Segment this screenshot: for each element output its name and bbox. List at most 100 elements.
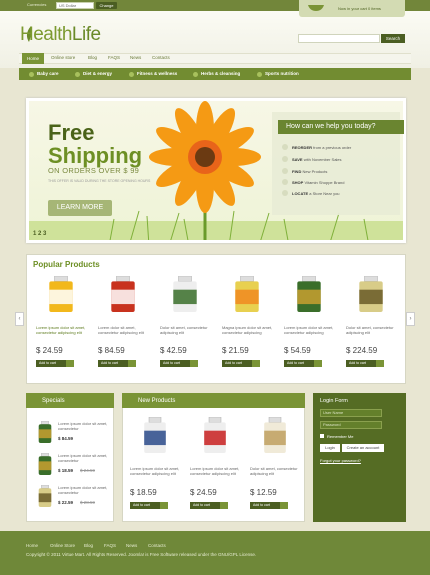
help-shop[interactable]: SHOP Vitamin Shoppe Brand bbox=[292, 180, 344, 185]
product-description[interactable]: Lorem ipsum dolor sit amet, consectetur … bbox=[36, 325, 94, 335]
change-currency-button[interactable]: Change bbox=[96, 2, 117, 9]
nav-home[interactable]: Home bbox=[22, 53, 45, 64]
product-image[interactable] bbox=[110, 276, 136, 312]
remember-checkbox[interactable] bbox=[320, 434, 324, 438]
category-bullet-icon bbox=[129, 72, 134, 77]
special-old-price: $ 24.59 bbox=[80, 468, 96, 473]
help-locate[interactable]: LOCATE a Store Near you bbox=[292, 191, 340, 196]
popular-products-title: Popular Products bbox=[33, 260, 100, 269]
specials-header bbox=[26, 393, 114, 408]
remember-label: Remember Me bbox=[327, 434, 354, 439]
category-fitness-wellness[interactable]: Fitness & wellness bbox=[137, 71, 177, 76]
special-description[interactable]: Lorem ipsum dolor sit amet, consectetur bbox=[58, 485, 110, 495]
category-diet-energy[interactable]: Diet & energy bbox=[83, 71, 112, 76]
forgot-password-link[interactable]: Forgot your password? bbox=[320, 458, 361, 463]
help-find[interactable]: FIND New Products bbox=[292, 169, 327, 174]
category-sports-nutrition[interactable]: Sports nutrition bbox=[265, 71, 299, 76]
new-product-description[interactable]: Lorem ipsum dolor sit amet, consectetur … bbox=[190, 466, 244, 476]
special-product-image[interactable] bbox=[38, 453, 52, 475]
product-description[interactable]: Lorem ipsum dolor sit amet, consectetur … bbox=[284, 325, 342, 335]
new-product-image[interactable] bbox=[263, 417, 287, 453]
currencies-label: Currencies bbox=[27, 2, 47, 7]
special-product-image[interactable] bbox=[38, 421, 52, 443]
add-to-cart-button[interactable]: Add to cart bbox=[222, 360, 252, 367]
search-button[interactable]: Search bbox=[381, 34, 405, 43]
add-to-cart-button[interactable]: Add to cart bbox=[284, 360, 314, 367]
prev-arrow-icon[interactable]: ‹ bbox=[15, 312, 24, 326]
new-product-description[interactable]: Lorem ipsum dolor sit amet, consectetur … bbox=[130, 466, 184, 476]
new-product-price: $ 12.59 bbox=[250, 488, 277, 497]
copyright-text: Copyright © 2011 Virtue Mart. All Rights… bbox=[26, 552, 257, 557]
cart-plus-icon[interactable] bbox=[160, 502, 168, 509]
next-arrow-icon[interactable]: › bbox=[406, 312, 415, 326]
product-image[interactable] bbox=[172, 276, 198, 312]
site-logo[interactable]: HealthLife bbox=[20, 24, 101, 46]
product-price: $ 224.59 bbox=[346, 346, 378, 355]
add-to-cart-button[interactable]: Add to cart bbox=[250, 502, 280, 509]
new-product-image[interactable] bbox=[143, 417, 167, 453]
password-input[interactable]: Password bbox=[320, 421, 382, 429]
cart-plus-icon[interactable] bbox=[376, 360, 384, 367]
help-save[interactable]: SAVE with November Sales bbox=[292, 157, 342, 162]
add-to-cart-button[interactable]: Add to cart bbox=[98, 360, 128, 367]
product-description[interactable]: Magna ipsum dolor sit amet, consectetur … bbox=[222, 325, 280, 335]
product-price: $ 42.59 bbox=[160, 346, 187, 355]
cart-plus-icon[interactable] bbox=[128, 360, 136, 367]
help-bullet-icon bbox=[282, 144, 288, 150]
nav-contacts[interactable]: Contacts bbox=[152, 55, 170, 60]
cart-plus-icon[interactable] bbox=[66, 360, 74, 367]
category-bullet-icon bbox=[193, 72, 198, 77]
login-button[interactable]: Login bbox=[320, 444, 340, 452]
special-price: $ 22.59 bbox=[58, 500, 74, 505]
add-to-cart-button[interactable]: Add to cart bbox=[160, 360, 190, 367]
add-to-cart-button[interactable]: Add to cart bbox=[190, 502, 220, 509]
help-reorder[interactable]: REORDER from a previous order bbox=[292, 145, 351, 150]
nav-online-store[interactable]: Online store bbox=[51, 55, 75, 60]
search-input[interactable] bbox=[298, 34, 380, 43]
login-title: Login Form bbox=[320, 398, 348, 404]
product-price: $ 84.59 bbox=[98, 346, 125, 355]
product-description[interactable]: Dolor sit amet, consectetur adipiscing e… bbox=[160, 325, 218, 335]
learn-more-button[interactable]: LEARN MORE bbox=[48, 200, 112, 216]
cart-plus-icon[interactable] bbox=[190, 360, 198, 367]
category-baby-care[interactable]: Baby care bbox=[37, 71, 59, 76]
product-image[interactable] bbox=[358, 276, 384, 312]
special-description[interactable]: Lorem ipsum dolor sit amet, consectetur bbox=[58, 421, 110, 431]
product-description[interactable]: Dolor sit amet, consectetur adipiscing e… bbox=[346, 325, 404, 335]
footer-link-faqs[interactable]: FAQS bbox=[104, 543, 116, 548]
product-description[interactable]: Lorem dolor sit amet, consectetur adipis… bbox=[98, 325, 156, 335]
new-product-description[interactable]: Dolor sit amet, consectetur adipiscing e… bbox=[250, 466, 304, 476]
cart-plus-icon[interactable] bbox=[252, 360, 260, 367]
footer-link-news[interactable]: News bbox=[126, 543, 137, 548]
help-title: How can we help you today? bbox=[278, 120, 404, 134]
new-product-price: $ 24.59 bbox=[190, 488, 217, 497]
nav-faqs[interactable]: FAQS bbox=[108, 55, 120, 60]
add-to-cart-button[interactable]: Add to cart bbox=[36, 360, 66, 367]
product-image[interactable] bbox=[48, 276, 74, 312]
cart-plus-icon[interactable] bbox=[314, 360, 322, 367]
cart-plus-icon[interactable] bbox=[220, 502, 228, 509]
footer-link-online-store[interactable]: Online Store bbox=[50, 543, 75, 548]
help-bullet-icon bbox=[282, 156, 288, 162]
footer-link-home[interactable]: Home bbox=[26, 543, 38, 548]
new-product-image[interactable] bbox=[203, 417, 227, 453]
product-image[interactable] bbox=[296, 276, 322, 312]
special-product-image[interactable] bbox=[38, 485, 52, 507]
username-input[interactable]: User Name bbox=[320, 409, 382, 417]
currency-select[interactable]: US Dollar bbox=[56, 2, 94, 9]
special-description[interactable]: Lorem ipsum dolor sit amet, consectetur bbox=[58, 453, 110, 463]
banner-small-text: THIS OFFER IS VALID DURING THE STORE OPE… bbox=[48, 179, 151, 183]
nav-blog[interactable]: Blog bbox=[88, 55, 97, 60]
specials-title: Specials bbox=[42, 398, 65, 404]
create-account-button[interactable]: Create an account bbox=[342, 444, 384, 452]
footer-link-contacts[interactable]: Contacts bbox=[148, 543, 166, 548]
add-to-cart-button[interactable]: Add to cart bbox=[130, 502, 160, 509]
cart-plus-icon[interactable] bbox=[280, 502, 288, 509]
cart-status-text[interactable]: Now in your cart 0 items bbox=[338, 6, 381, 11]
add-to-cart-button[interactable]: Add to cart bbox=[346, 360, 376, 367]
category-herbs-cleansing[interactable]: Herbs & cleansing bbox=[201, 71, 240, 76]
nav-news[interactable]: News bbox=[130, 55, 141, 60]
footer-link-blog[interactable]: Blog bbox=[84, 543, 93, 548]
product-image[interactable] bbox=[234, 276, 260, 312]
banner-pager[interactable]: 1 2 3 bbox=[33, 231, 46, 237]
